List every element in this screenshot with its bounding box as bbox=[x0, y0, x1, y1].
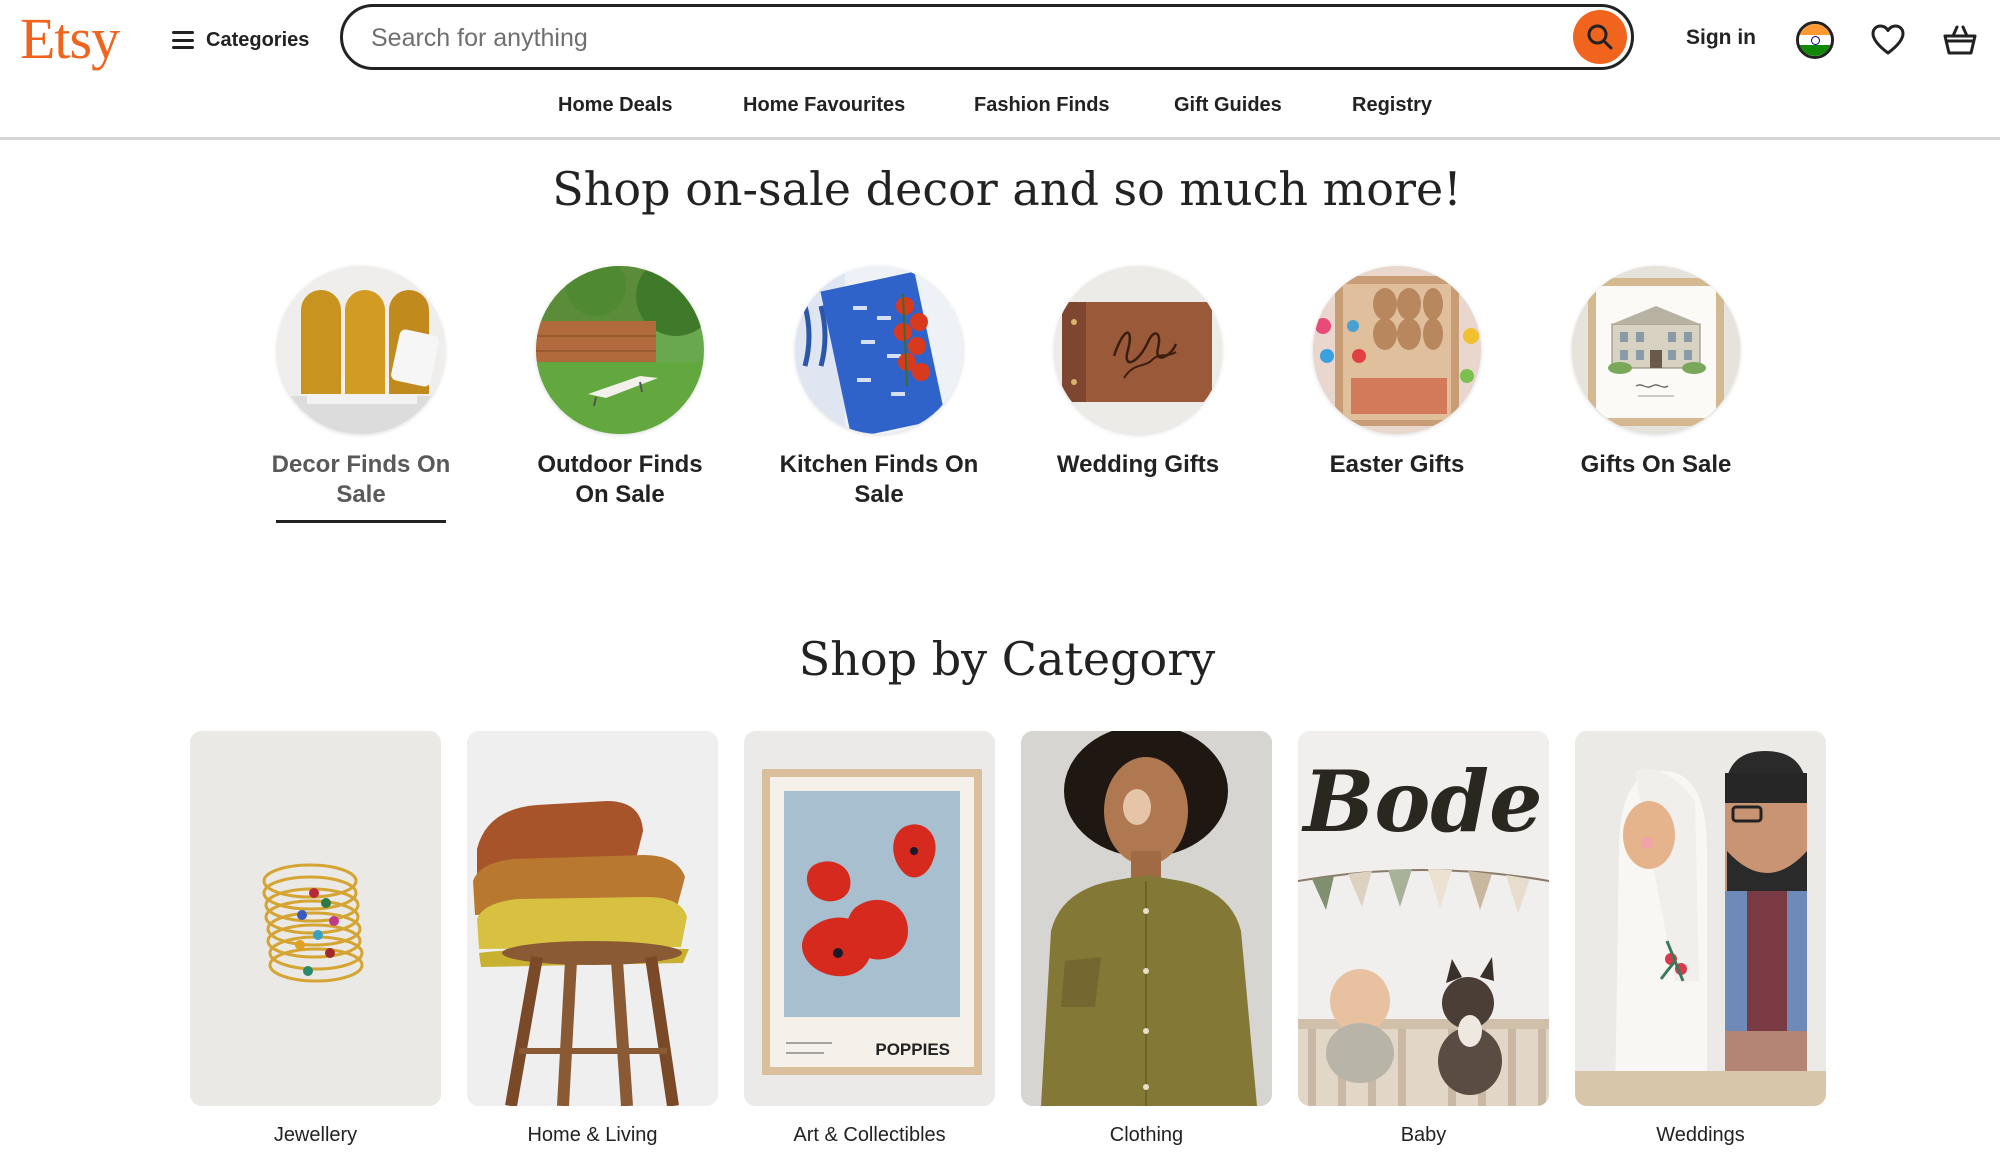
hero-title: Shop on-sale decor and so much more! bbox=[552, 162, 1462, 216]
category-card-clothing[interactable]: Clothing bbox=[1021, 731, 1272, 1147]
nav-fashion-finds[interactable]: Fashion Finds bbox=[974, 94, 1110, 117]
category-card-home-living[interactable]: Home & Living bbox=[467, 731, 718, 1147]
wedding-gifts-label: Wedding Gifts bbox=[1056, 451, 1220, 478]
cart-button[interactable] bbox=[1940, 20, 1980, 60]
category-label-jewellery: Jewellery bbox=[273, 1124, 358, 1146]
name-sign-text: Bode bbox=[1301, 752, 1542, 851]
weddings-image bbox=[1575, 731, 1826, 1106]
gifts-on-sale-label: Gifts On Sale bbox=[1580, 451, 1732, 478]
search-button[interactable] bbox=[1573, 10, 1627, 64]
art-collectibles-image: POPPIES bbox=[744, 731, 995, 1106]
decor-finds-image bbox=[277, 266, 445, 434]
ashoka-chakra-icon bbox=[1810, 35, 1820, 45]
heart-icon bbox=[1871, 24, 1905, 55]
category-label-home-living: Home & Living bbox=[527, 1124, 658, 1146]
favorites-button[interactable] bbox=[1868, 20, 1908, 60]
wedding-gifts-image bbox=[1054, 266, 1222, 434]
clothing-image bbox=[1021, 731, 1272, 1106]
etsy-logo[interactable]: Etsy bbox=[20, 2, 120, 76]
nav-registry[interactable]: Registry bbox=[1352, 94, 1432, 117]
easter-gifts-label: Easter Gifts bbox=[1329, 451, 1465, 478]
menu-icon bbox=[172, 31, 194, 49]
kitchen-finds-label: Kitchen Finds On Sale bbox=[779, 451, 979, 508]
search-input[interactable] bbox=[369, 17, 1523, 59]
home-living-image bbox=[467, 731, 718, 1106]
nav-gift-guides[interactable]: Gift Guides bbox=[1174, 94, 1282, 117]
shopping-basket-icon bbox=[1943, 25, 1977, 55]
site-header: Etsy Categories Sign in bbox=[0, 0, 2000, 80]
search-icon bbox=[1587, 24, 1613, 50]
search-bar bbox=[340, 4, 1634, 70]
category-card-baby[interactable]: Bode Baby bbox=[1298, 731, 1549, 1147]
circle-kitchen-finds[interactable]: Kitchen Finds On Sale bbox=[779, 266, 979, 510]
category-label-weddings: Weddings bbox=[1656, 1124, 1745, 1146]
section-title: Shop by Category bbox=[798, 632, 1216, 686]
circle-wedding-gifts[interactable]: Wedding Gifts bbox=[1038, 266, 1238, 480]
gifts-on-sale-image bbox=[1572, 266, 1740, 434]
nav-home-favourites[interactable]: Home Favourites bbox=[743, 94, 905, 117]
active-indicator bbox=[276, 520, 446, 523]
easter-gifts-image bbox=[1313, 266, 1481, 434]
category-label-clothing: Clothing bbox=[1109, 1124, 1184, 1146]
region-flag-button[interactable] bbox=[1796, 21, 1834, 59]
kitchen-finds-image bbox=[795, 266, 963, 434]
outdoor-finds-label: Outdoor Finds On Sale bbox=[537, 451, 703, 508]
outdoor-finds-image bbox=[536, 266, 704, 434]
baby-image: Bode bbox=[1298, 731, 1549, 1106]
sign-in-link[interactable]: Sign in bbox=[1686, 26, 1756, 50]
circle-outdoor-finds[interactable]: Outdoor Finds On Sale bbox=[520, 266, 720, 510]
circle-gifts-on-sale[interactable]: Gifts On Sale bbox=[1556, 266, 1756, 480]
circle-easter-gifts[interactable]: Easter Gifts bbox=[1297, 266, 1497, 480]
categories-label: Categories bbox=[206, 28, 310, 51]
circle-decor-finds[interactable]: Decor Finds On Sale bbox=[261, 266, 461, 523]
categories-button[interactable]: Categories bbox=[172, 22, 309, 58]
category-label-art-collectibles: Art & Collectibles bbox=[793, 1124, 946, 1146]
jewellery-image bbox=[190, 731, 441, 1106]
category-label-baby: Baby bbox=[1400, 1124, 1447, 1146]
category-card-jewellery[interactable]: Jewellery bbox=[190, 731, 441, 1147]
nav-home-deals[interactable]: Home Deals bbox=[558, 94, 673, 117]
category-card-weddings[interactable]: Weddings bbox=[1575, 731, 1826, 1147]
decor-finds-label: Decor Finds On Sale bbox=[271, 451, 451, 508]
category-card-art-collectibles[interactable]: POPPIES Art & Collectibles bbox=[744, 731, 995, 1147]
secondary-nav: Home Deals Home Favourites Fashion Finds… bbox=[0, 88, 2000, 140]
poppies-print-text: POPPIES bbox=[875, 1040, 950, 1059]
